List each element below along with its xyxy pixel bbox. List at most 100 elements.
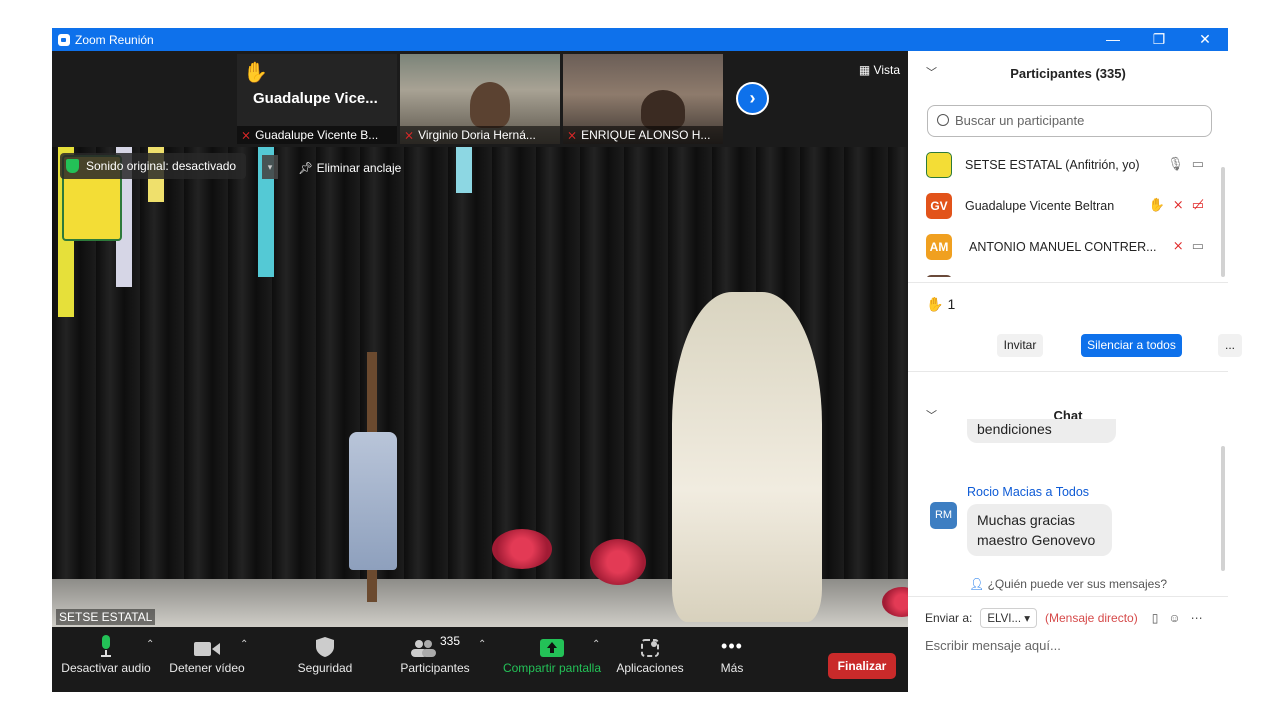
participant-scrollbar[interactable] [1221, 167, 1225, 277]
divider [908, 371, 1228, 372]
muted-mic-icon: ⨯ [567, 128, 578, 142]
tile-name-label: ⨯ ENRIQUE ALONSO H... [563, 126, 723, 144]
mute-all-button[interactable]: Silenciar a todos [1081, 334, 1182, 357]
message-visibility-link[interactable]: 👤︎ ¿Quién puede ver sus mensajes? [908, 577, 1228, 591]
chat-sender: Rocio Macias a Todos [967, 485, 1090, 499]
recipient-select[interactable]: ELVI... ▾ [980, 608, 1037, 628]
chat-message-input[interactable]: Escribir mensaje aquí... [925, 638, 1061, 653]
camera-icon [194, 642, 220, 656]
video-tile-enrique[interactable]: ⨯ ENRIQUE ALONSO H... [563, 54, 723, 144]
collapse-chat-icon[interactable]: ﹀ [926, 401, 937, 431]
more-button[interactable]: ••• Más [708, 627, 756, 692]
camera-icon: ▭ [1191, 238, 1204, 253]
avatar [926, 152, 952, 178]
participant-row[interactable]: AM ANTONIO MANUEL CONTRER... ⨯ ▭ [908, 227, 1228, 268]
video-area: ✋ Guadalupe Vice... ⨯ Guadalupe Vicente B… [52, 51, 908, 627]
participants-more-button[interactable]: ... [1218, 334, 1242, 357]
emoji-icon[interactable]: ☺ [1168, 611, 1180, 625]
share-label: Compartir pantalla [502, 661, 602, 675]
collapse-participants-icon[interactable]: ﹀ [926, 51, 937, 96]
muted-mic-icon: ⨯ [1172, 197, 1184, 212]
chat-scrollbar[interactable] [1221, 446, 1225, 571]
tile-name-label: ⨯ Guadalupe Vicente B... [237, 126, 397, 144]
more-options-icon[interactable]: ⋯ [1191, 611, 1203, 625]
raised-hand-icon: ✋ [1148, 197, 1165, 212]
grid-icon: ▦ [858, 63, 874, 77]
window-controls: — ❐ ✕ [1090, 28, 1228, 51]
apps-button[interactable]: Aplicaciones [614, 627, 686, 692]
search-icon [937, 114, 949, 126]
microphone-icon [101, 635, 111, 657]
participant-row[interactable]: GV Guadalupe Vicente Beltran ✋ ⨯ ▭̸ [908, 186, 1228, 227]
view-button[interactable]: ▦ Vista [859, 63, 900, 77]
avatar: GV [926, 193, 952, 219]
stop-video-button[interactable]: Detener vídeo ⌃ [164, 627, 250, 692]
window-title: Zoom Reunión [75, 32, 154, 47]
video-options-caret[interactable]: ⌃ [240, 639, 248, 650]
close-button[interactable]: ✕ [1182, 28, 1228, 51]
audio-options-caret[interactable]: ⌃ [146, 639, 154, 650]
original-sound-label: Sonido original: desactivado [86, 159, 237, 173]
original-sound-dropdown[interactable]: ▾ [262, 155, 278, 179]
participants-label: Participantes [400, 661, 470, 675]
tile-name-label: ⨯ Virginio Doria Herná... [400, 126, 560, 144]
minimize-button[interactable]: — [1090, 28, 1136, 51]
share-options-caret[interactable]: ⌃ [592, 639, 600, 650]
view-label: Vista [873, 63, 900, 77]
apps-label: Aplicaciones [616, 661, 684, 675]
video-tile-virginio[interactable]: ⨯ Virginio Doria Herná... [400, 54, 560, 144]
participants-header: ﹀ Participantes (335) [908, 51, 1228, 96]
file-icon[interactable]: ▯ [1152, 611, 1159, 625]
participants-button[interactable]: 335 Participantes ⌃ [392, 627, 486, 692]
avatar [926, 275, 952, 277]
tile-big-name: Guadalupe Vice... [253, 90, 378, 107]
people-icon [410, 640, 436, 657]
poinsettia-plant [492, 529, 552, 569]
video-label: Detener vídeo [169, 661, 245, 675]
participants-count: 335 [439, 634, 461, 648]
camera-icon: ▭ [1191, 156, 1204, 171]
participant-name: ANTONIO MANUEL CONTRER... [969, 240, 1157, 254]
zoom-window: Zoom Reunión — ❐ ✕ ✋ Guadalupe Vice... ⨯… [52, 28, 1242, 692]
zoom-logo-icon [58, 33, 70, 46]
video-tile-guadalupe[interactable]: ✋ Guadalupe Vice... ⨯ Guadalupe Vicente B… [237, 54, 397, 144]
participants-options-caret[interactable]: ⌃ [478, 639, 486, 650]
next-page-button[interactable]: › [736, 82, 769, 115]
raised-hand-icon: ✋ [926, 296, 944, 312]
actor-figure [672, 292, 822, 622]
avatar: RM [930, 502, 957, 529]
raised-hand-icon: ✋ [243, 62, 268, 84]
security-button[interactable]: Seguridad [292, 627, 358, 692]
send-to-label: Enviar a: [925, 611, 973, 625]
meeting-toolbar: Desactivar audio ⌃ Detener vídeo ⌃ Segur… [52, 627, 908, 692]
shield-icon [316, 637, 334, 657]
audio-label: Desactivar audio [61, 661, 151, 675]
chat-message-bubble: bendiciones [967, 419, 1116, 443]
restore-button[interactable]: ❐ [1136, 28, 1182, 51]
participant-search-input[interactable]: Buscar un participante [927, 105, 1212, 137]
video-off-icon: ▭̸ [1191, 197, 1204, 212]
participant-list: SETSE ESTATAL (Anfitrión, yo) 🎙︎ ▭ GV Gua… [908, 145, 1228, 277]
end-meeting-button[interactable]: Finalizar [828, 653, 896, 679]
ellipsis-icon: ••• [721, 636, 743, 656]
participant-row-partial[interactable] [908, 268, 1228, 277]
apps-icon [641, 639, 659, 657]
send-to-row: Enviar a: ELVI... ▾ (Mensaje directo) ▯ … [925, 608, 1225, 628]
participant-row[interactable]: SETSE ESTATAL (Anfitrión, yo) 🎙︎ ▭ [908, 145, 1228, 186]
participant-video-image [641, 90, 685, 130]
poinsettia-plant [590, 539, 646, 585]
muted-mic-icon: ⨯ [241, 128, 252, 142]
divider [908, 596, 1228, 597]
side-panel: ﹀ Participantes (335) Buscar un particip… [908, 51, 1242, 692]
unpin-button[interactable]: 📌︎ Eliminar anclaje [288, 155, 401, 181]
pin-icon: 📌︎ [298, 161, 317, 175]
avatar: AM [926, 234, 952, 260]
original-sound-toggle[interactable]: Sonido original: desactivado [60, 153, 247, 179]
muted-mic-icon: ⨯ [404, 128, 415, 142]
share-screen-button[interactable]: Compartir pantalla ⌃ [500, 627, 604, 692]
main-video[interactable]: Sonido original: desactivado ▾ 📌︎ Elimin… [52, 147, 908, 627]
mute-audio-button[interactable]: Desactivar audio ⌃ [60, 627, 154, 692]
invite-button[interactable]: Invitar [997, 334, 1043, 357]
shield-icon [66, 159, 79, 173]
direct-message-label: (Mensaje directo) [1045, 611, 1138, 625]
